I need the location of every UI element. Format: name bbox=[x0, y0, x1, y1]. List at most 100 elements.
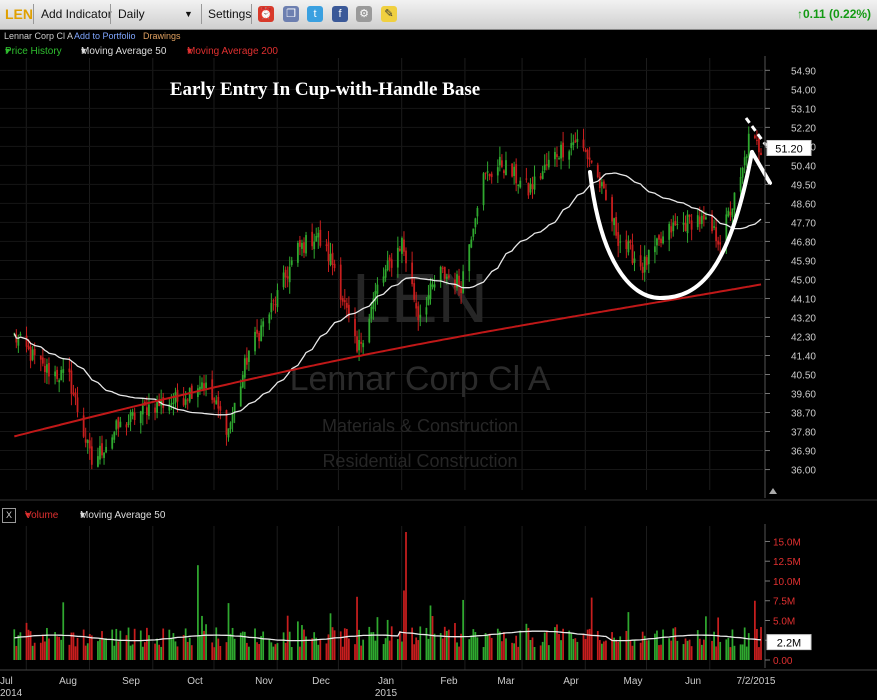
candle-body bbox=[382, 276, 385, 283]
candle-body bbox=[398, 248, 401, 251]
volume-bar bbox=[486, 634, 489, 660]
volume-bar bbox=[570, 632, 573, 660]
volume-bar bbox=[319, 639, 322, 660]
date-label: Aug bbox=[59, 676, 77, 687]
volume-bar bbox=[46, 627, 48, 660]
volume-bar bbox=[317, 644, 320, 660]
volume-bar bbox=[182, 635, 185, 660]
volume-bar bbox=[588, 628, 591, 660]
candle-body bbox=[627, 241, 630, 253]
volume-bar bbox=[105, 638, 107, 660]
volume-bar bbox=[382, 644, 385, 660]
candle-body bbox=[274, 304, 277, 306]
volume-bar bbox=[458, 646, 460, 660]
volume-bar bbox=[684, 638, 687, 660]
candle-body bbox=[311, 231, 314, 247]
volume-bar bbox=[660, 644, 662, 660]
volume-bar bbox=[715, 646, 717, 660]
candle-body bbox=[715, 227, 718, 242]
volume-tick-label: 12.5M bbox=[773, 557, 801, 568]
candle-body bbox=[619, 241, 622, 243]
volume-bar bbox=[260, 636, 263, 660]
volume-bar bbox=[482, 647, 485, 660]
volume-bar bbox=[662, 629, 664, 660]
price-tick-label: 54.90 bbox=[791, 66, 816, 77]
volume-tick-label: 5.0M bbox=[773, 616, 795, 627]
price-tick-label: 41.40 bbox=[791, 351, 816, 362]
close-volume-pane-button[interactable]: X bbox=[2, 508, 16, 523]
volume-bar bbox=[627, 612, 630, 660]
volume-bar bbox=[301, 625, 303, 660]
volume-bar bbox=[146, 627, 148, 660]
candle-body bbox=[615, 217, 618, 236]
candle-body bbox=[84, 439, 87, 443]
watermark-text: Residential Construction bbox=[322, 451, 517, 471]
volume-bar bbox=[56, 636, 58, 660]
candle-body bbox=[362, 343, 365, 348]
candle-body bbox=[603, 181, 605, 189]
volume-bar bbox=[227, 603, 230, 660]
volume-bar bbox=[617, 641, 620, 660]
date-label: May bbox=[624, 676, 643, 687]
price-tick-label: 46.80 bbox=[791, 237, 816, 248]
legend-volume-ma50[interactable]: Moving Average 50 ▾ bbox=[80, 510, 165, 521]
candle-body bbox=[631, 244, 634, 264]
candle-body bbox=[215, 400, 218, 405]
volume-bar bbox=[231, 627, 234, 660]
candle-body bbox=[702, 214, 705, 220]
volume-bar bbox=[154, 643, 156, 660]
stock-chart[interactable]: LENLennar Corp Cl AMaterials & Construct… bbox=[0, 0, 877, 700]
volume-bar bbox=[631, 645, 634, 660]
volume-bar bbox=[345, 628, 348, 660]
volume-bar bbox=[445, 630, 448, 660]
date-label: Jan bbox=[378, 676, 394, 687]
volume-bar bbox=[619, 636, 622, 660]
volume-bar bbox=[454, 623, 456, 660]
candle-body bbox=[476, 208, 479, 217]
candle-body bbox=[60, 370, 63, 381]
candle-body bbox=[201, 382, 203, 389]
candle-body bbox=[46, 364, 48, 373]
chart-title: Early Entry In Cup-with-Handle Base bbox=[170, 79, 480, 100]
candle-body bbox=[486, 171, 489, 173]
candle-body bbox=[558, 158, 560, 160]
handle-line bbox=[750, 150, 772, 185]
candle-body bbox=[113, 432, 116, 440]
date-label: Oct bbox=[187, 676, 203, 687]
volume-bar bbox=[615, 639, 618, 660]
volume-bar bbox=[388, 640, 391, 660]
volume-bar bbox=[376, 617, 379, 660]
date-label: Dec bbox=[312, 676, 330, 687]
candle-body bbox=[527, 182, 530, 196]
candle-body bbox=[197, 388, 199, 398]
volume-bar bbox=[439, 633, 442, 660]
date-label: 7/2/2015 bbox=[737, 676, 776, 687]
candle-body bbox=[97, 456, 99, 467]
volume-bar bbox=[386, 619, 389, 660]
volume-bar bbox=[282, 632, 285, 660]
volume-bar bbox=[547, 645, 550, 660]
candle-body bbox=[103, 452, 105, 458]
candle-body bbox=[539, 176, 542, 179]
volume-bar bbox=[270, 642, 273, 660]
volume-bar bbox=[603, 641, 605, 660]
volume-bar bbox=[333, 630, 336, 660]
candle-body bbox=[25, 335, 28, 347]
candle-body bbox=[182, 398, 185, 406]
volume-bar bbox=[286, 615, 289, 660]
volume-bar bbox=[358, 629, 360, 660]
volume-bar bbox=[197, 565, 199, 660]
volume-bar bbox=[401, 641, 403, 660]
volume-bar bbox=[272, 646, 275, 660]
volume-bar bbox=[190, 645, 193, 660]
candle-body bbox=[617, 232, 620, 246]
candle-body bbox=[154, 407, 156, 413]
volume-bar bbox=[256, 642, 258, 660]
volume-bar bbox=[490, 637, 493, 660]
candle-body bbox=[490, 173, 493, 178]
legend-volume[interactable]: Volume ▾ bbox=[25, 510, 58, 521]
candle-body bbox=[686, 214, 689, 234]
candle-body bbox=[262, 321, 265, 327]
volume-bar bbox=[90, 635, 93, 660]
volume-bar bbox=[13, 629, 16, 660]
